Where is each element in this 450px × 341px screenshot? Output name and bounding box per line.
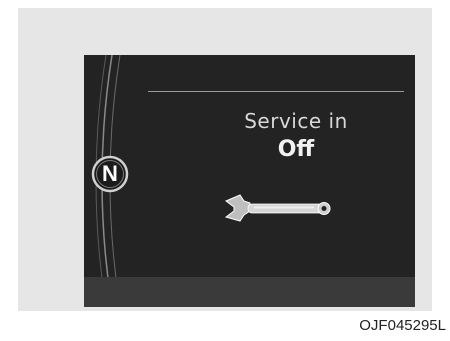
wrench-icon (224, 194, 331, 222)
header-divider (148, 91, 404, 92)
bottom-band (84, 277, 415, 307)
service-title: Service in (244, 109, 348, 133)
service-value: Off (277, 137, 315, 162)
figure-frame: N Service in Off (18, 8, 432, 311)
gear-indicator: N (102, 161, 118, 186)
cluster-display: N Service in Off (84, 55, 415, 307)
figure-code: OJF045295L (359, 317, 446, 334)
